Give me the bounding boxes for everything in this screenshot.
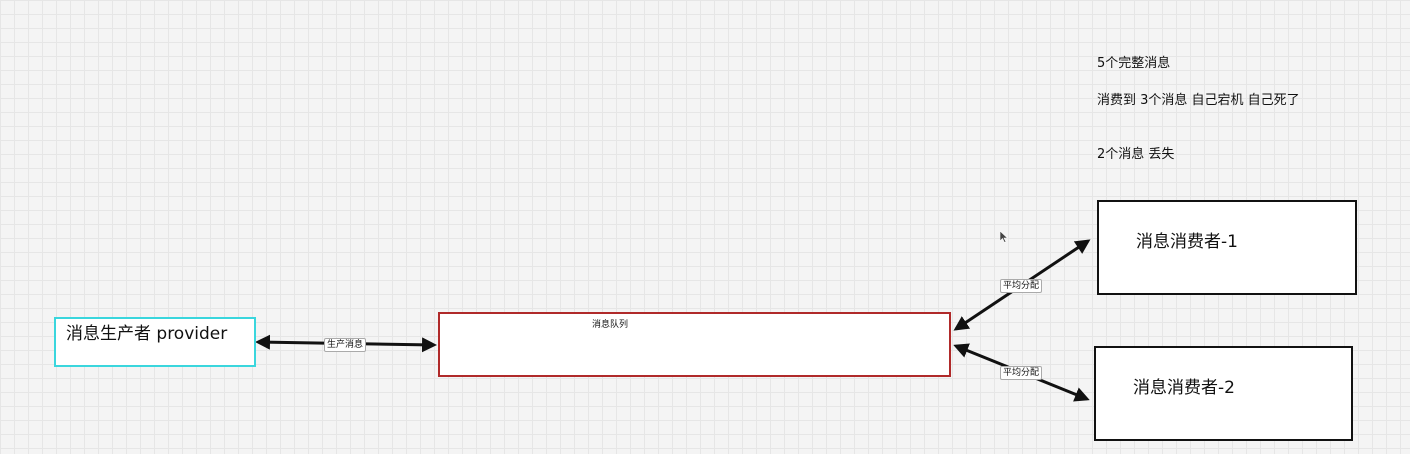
note-total-messages: 5个完整消息 <box>1097 56 1171 71</box>
edge-distribute-1-label: 平均分配 <box>1000 279 1043 293</box>
diagram-canvas: 消息生产者 provider 消息队列 消息消费者-1 消息消费者-2 生产消息… <box>0 0 1410 454</box>
message-queue-node[interactable]: 消息队列 <box>438 312 951 377</box>
note-consumer-crash: 消费到 3个消息 自己宕机 自己死了 <box>1097 93 1300 108</box>
edge-produce-label: 生产消息 <box>324 338 367 352</box>
mouse-pointer-icon <box>999 228 1009 247</box>
edge-distribute-2-label: 平均分配 <box>1000 366 1043 380</box>
consumer-2-label: 消息消费者-2 <box>1133 378 1235 398</box>
consumer-1-node[interactable]: 消息消费者-1 <box>1097 200 1357 295</box>
provider-node[interactable]: 消息生产者 provider <box>54 317 256 367</box>
provider-label: 消息生产者 provider <box>66 324 228 344</box>
queue-label: 消息队列 <box>592 320 629 330</box>
consumer-2-node[interactable]: 消息消费者-2 <box>1094 346 1353 441</box>
note-messages-lost: 2个消息 丢失 <box>1097 147 1175 162</box>
consumer-1-label: 消息消费者-1 <box>1136 232 1238 252</box>
